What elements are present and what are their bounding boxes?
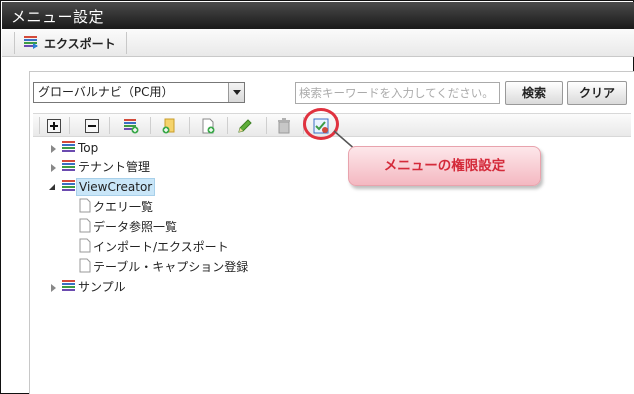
toolbar-separator — [150, 117, 151, 134]
clear-button[interactable]: クリア — [567, 81, 627, 105]
tree-node[interactable]: テナント管理 — [49, 158, 152, 176]
folder-add-icon[interactable] — [158, 115, 182, 136]
menu-select[interactable]: グローバルナビ（PC用） — [33, 82, 245, 103]
trash-icon[interactable] — [272, 115, 296, 136]
tree-node-label-selected[interactable]: ViewCreator — [76, 178, 156, 196]
tree-node[interactable]: テーブル・キャプション登録 — [79, 258, 250, 276]
collapse-arrow-icon[interactable] — [49, 183, 58, 192]
page-icon — [79, 198, 91, 216]
edit-pencil-icon[interactable] — [233, 115, 257, 136]
menu-node-icon — [61, 179, 76, 195]
title-bar: メニュー設定 — [2, 2, 634, 29]
page-icon — [79, 258, 91, 276]
toolbar-separator — [69, 117, 70, 134]
tree-node[interactable]: Top — [49, 139, 100, 157]
top-toolbar: エクスポート — [2, 29, 634, 57]
expand-arrow-icon[interactable] — [49, 163, 58, 172]
tree-node-label[interactable]: データ参照一覧 — [91, 219, 179, 235]
page-add-icon[interactable] — [196, 115, 220, 136]
tree-node[interactable]: クエリ一覧 — [79, 198, 155, 216]
toolbar-separator — [39, 117, 40, 134]
tree-node-label[interactable]: Top — [76, 140, 100, 156]
menu-node-icon — [61, 140, 76, 156]
chevron-down-icon[interactable] — [228, 83, 244, 102]
export-icon — [23, 35, 39, 52]
tree-node[interactable]: インポート/エクスポート — [79, 238, 231, 256]
window-title: メニュー設定 — [11, 8, 105, 26]
tree-node-label[interactable]: テーブル・キャプション登録 — [91, 259, 250, 275]
app-window: メニュー設定 エクスポート グローバルナビ（PC用） 検索キーワードを入力してく… — [0, 0, 634, 394]
menu-select-value: グローバルナビ（PC用） — [38, 85, 174, 99]
tree-node[interactable]: ViewCreator — [49, 178, 156, 196]
tree-node-label[interactable]: インポート/エクスポート — [91, 239, 231, 255]
tree-node-label[interactable]: クエリ一覧 — [91, 199, 155, 215]
permission-callout: メニューの権限設定 — [348, 146, 541, 186]
toolbar-separator — [266, 117, 267, 134]
search-button[interactable]: 検索 — [505, 81, 563, 105]
export-label: エクスポート — [44, 36, 116, 51]
search-placeholder: 検索キーワードを入力してください。 — [299, 86, 494, 100]
page-icon — [79, 238, 91, 256]
search-input[interactable]: 検索キーワードを入力してください。 — [295, 82, 500, 104]
tree-node[interactable]: データ参照一覧 — [79, 218, 179, 236]
menu-node-icon — [61, 159, 76, 175]
export-button[interactable]: エクスポート — [14, 32, 127, 54]
tree-node-label[interactable]: サンプル — [76, 279, 128, 295]
toolbar-separator — [227, 117, 228, 134]
tree-node[interactable]: サンプル — [49, 278, 128, 296]
expand-arrow-icon[interactable] — [49, 144, 58, 153]
toolbar-separator — [189, 117, 190, 134]
toolbar-separator — [109, 117, 110, 134]
add-icon[interactable] — [42, 115, 66, 136]
page-icon — [79, 218, 91, 236]
expand-arrow-icon[interactable] — [49, 283, 58, 292]
menu-add-icon[interactable] — [119, 115, 143, 136]
remove-icon[interactable] — [80, 115, 104, 136]
menu-node-icon — [61, 279, 76, 295]
tree-node-label[interactable]: テナント管理 — [76, 159, 152, 175]
